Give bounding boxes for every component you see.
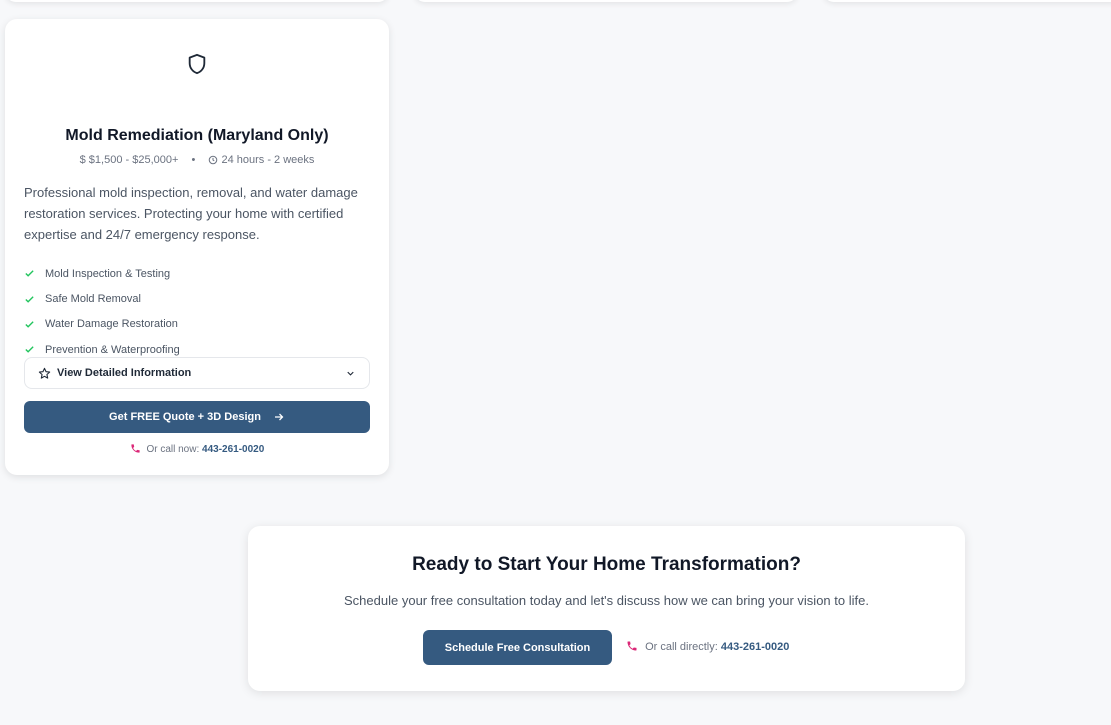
feature-item: Safe Mold Removal	[24, 286, 180, 311]
schedule-consultation-button[interactable]: Schedule Free Consultation	[423, 630, 612, 665]
check-icon	[25, 321, 34, 328]
feature-list: Mold Inspection & Testing Safe Mold Remo…	[24, 261, 180, 363]
feature-item: Mold Inspection & Testing	[24, 261, 180, 286]
phone-icon	[627, 641, 637, 651]
duration: 24 hours - 2 weeks	[221, 154, 315, 166]
service-card-partial	[5, 0, 389, 2]
service-meta: $ $1,500 - $25,000+ • 24 hours - 2 weeks	[5, 154, 389, 166]
service-card-partial	[414, 0, 798, 2]
call-now-prefix: Or call now:	[146, 444, 200, 455]
cta-subtitle: Schedule your free consultation today an…	[344, 593, 869, 608]
dollar-icon: $	[79, 154, 86, 166]
service-card: Mold Remediation (Maryland Only) $ $1,50…	[5, 19, 389, 475]
meta-separator: •	[191, 154, 196, 166]
phone-icon	[131, 444, 140, 453]
price-range: $1,500 - $25,000+	[88, 154, 179, 166]
get-quote-button[interactable]: Get FREE Quote + 3D Design	[24, 401, 370, 433]
phone-link[interactable]: 443-261-0020	[202, 444, 264, 455]
phone-link[interactable]: 443-261-0020	[721, 641, 790, 653]
feature-item: Water Damage Restoration	[24, 312, 180, 337]
call-now-line: Or call now: 443-261-0020	[5, 443, 389, 455]
chevron-down-icon	[347, 371, 354, 376]
shield-icon	[188, 53, 206, 75]
check-icon	[25, 295, 34, 303]
service-card-partial	[823, 0, 1111, 2]
service-description: Professional mold inspection, removal, a…	[24, 185, 358, 242]
star-icon	[38, 367, 51, 379]
check-icon	[25, 270, 34, 277]
call-directly-prefix: Or call directly:	[645, 641, 718, 653]
view-details-button[interactable]: View Detailed Information	[24, 357, 370, 389]
arrow-right-icon	[274, 413, 284, 421]
service-title: Mold Remediation (Maryland Only)	[65, 127, 329, 144]
view-details-label: View Detailed Information	[57, 367, 192, 379]
cta-section: Ready to Start Your Home Transformation?…	[248, 526, 965, 691]
clock-icon	[209, 155, 218, 165]
call-directly-line: Or call directly: 443-261-0020	[626, 640, 789, 653]
get-quote-label: Get FREE Quote + 3D Design	[109, 411, 261, 423]
cta-title: Ready to Start Your Home Transformation?	[412, 554, 801, 575]
check-icon	[25, 346, 34, 354]
